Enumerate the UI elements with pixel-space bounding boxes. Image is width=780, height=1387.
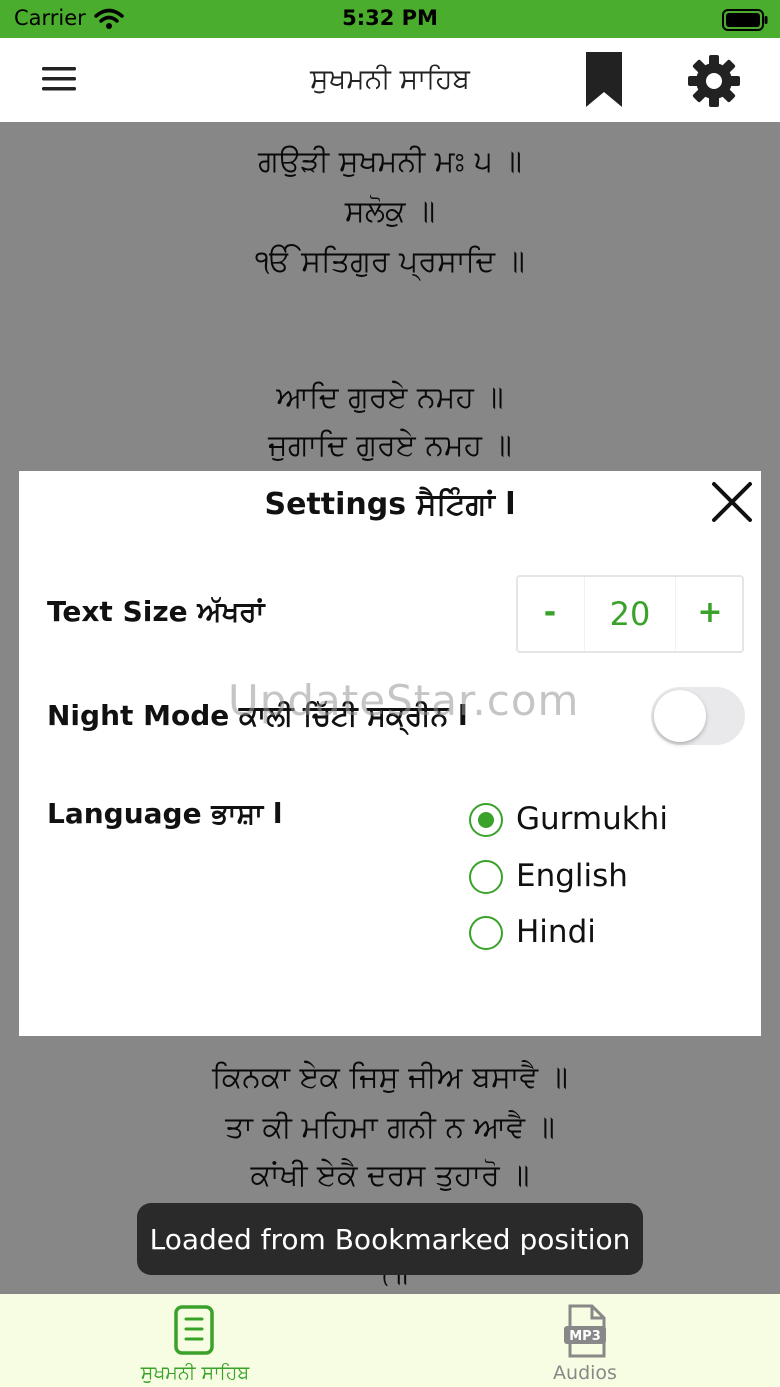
language-option-label: English xyxy=(516,858,628,894)
close-icon[interactable] xyxy=(709,479,755,529)
toast-message: Loaded from Bookmarked position xyxy=(137,1203,643,1275)
navigation-bar: ਸੁਖਮਨੀ ਸਾਹਿਬ xyxy=(0,38,780,122)
text-size-value: 20 xyxy=(584,577,676,651)
text-size-label: Text Size ਅੱਖਰਾਂ xyxy=(47,595,265,628)
night-mode-toggle[interactable] xyxy=(651,687,745,745)
status-bar: Carrier 5:32 PM xyxy=(0,0,780,38)
language-option-label: Gurmukhi xyxy=(516,801,668,837)
language-option-label: Hindi xyxy=(516,914,596,950)
watermark: UpdateStar.com xyxy=(228,676,580,725)
battery-icon xyxy=(722,9,768,35)
language-label: Language ਭਾਸ਼ਾ l xyxy=(47,797,283,830)
radio-selected-icon xyxy=(469,803,503,837)
mp3-file-icon: MP3 xyxy=(560,1304,610,1364)
language-option-english[interactable]: English xyxy=(469,858,769,902)
settings-dialog: Settings ਸੈਟਿੰਗਾਂ l Text Size ਅੱਖਰਾਂ - 2… xyxy=(19,471,761,1036)
radio-unselected-icon xyxy=(469,916,503,950)
decrease-text-size-button[interactable]: - xyxy=(518,577,582,651)
radio-unselected-icon xyxy=(469,860,503,894)
toggle-knob xyxy=(654,690,706,742)
language-option-hindi[interactable]: Hindi xyxy=(469,914,769,958)
document-icon xyxy=(170,1304,220,1360)
clock: 5:32 PM xyxy=(342,6,438,30)
svg-text:MP3: MP3 xyxy=(569,1329,601,1344)
language-option-gurmukhi[interactable]: Gurmukhi xyxy=(469,801,769,845)
text-size-stepper: - 20 + xyxy=(516,575,744,653)
gear-icon[interactable] xyxy=(687,54,741,112)
increase-text-size-button[interactable]: + xyxy=(678,577,742,651)
tab-sukhmani-sahib[interactable]: ਸੁਖਮਨੀ ਸਾਹਿਬ xyxy=(0,1294,390,1387)
tab-label: Audios xyxy=(553,1362,617,1384)
tab-bar: ਸੁਖਮਨੀ ਸਾਹਿਬ MP3 Audios xyxy=(0,1294,780,1387)
page-title: ਸੁਖਮਨੀ ਸਾਹਿਬ xyxy=(310,62,470,95)
settings-title: Settings ਸੈਟਿੰਗਾਂ l xyxy=(264,487,516,522)
bookmark-icon[interactable] xyxy=(584,52,624,112)
tab-label: ਸੁਖਮਨੀ ਸਾਹਿਬ xyxy=(140,1362,250,1384)
toast-text: Loaded from Bookmarked position xyxy=(149,1223,631,1256)
tab-audios[interactable]: MP3 Audios xyxy=(390,1294,780,1387)
